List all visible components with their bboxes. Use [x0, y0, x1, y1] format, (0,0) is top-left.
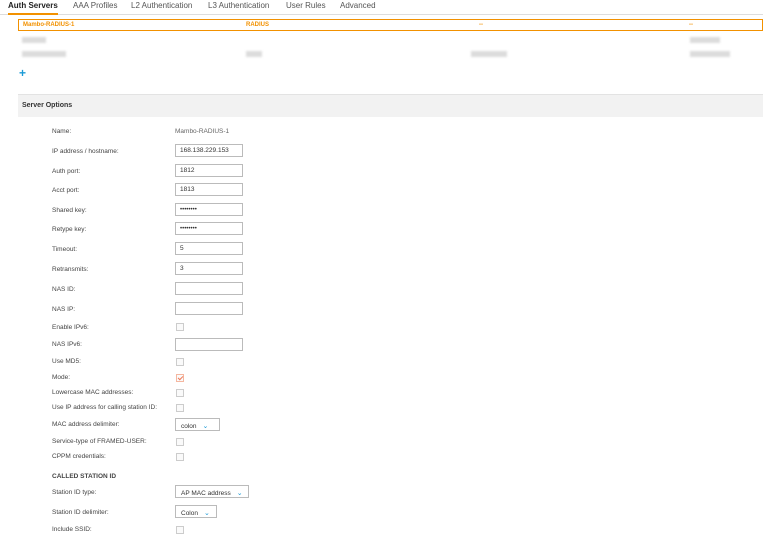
tab-user-rules[interactable]: User Rules [286, 1, 326, 10]
station-id-type-label: Station ID type: [52, 489, 97, 496]
mode-checkbox[interactable] [176, 374, 184, 382]
tab-aaa-profiles[interactable]: AAA Profiles [73, 1, 117, 10]
blurred-text [690, 51, 730, 57]
ip-field[interactable]: 168.138.229.153 [175, 144, 243, 157]
use-ip-checkbox[interactable] [176, 404, 184, 412]
retype-key-field[interactable]: •••••••• [175, 222, 243, 235]
acct-port-field[interactable]: 1813 [175, 183, 243, 196]
auth-port-label: Auth port: [52, 168, 81, 175]
enable-ipv6-label: Enable IPv6: [52, 324, 89, 331]
blurred-text [690, 37, 720, 43]
use-md5-label: Use MD5: [52, 358, 81, 365]
tab-l2-authentication[interactable]: L2 Authentication [131, 1, 192, 10]
station-id-delimiter-select[interactable]: Colon ⌄ [175, 505, 217, 518]
lowercase-mac-label: Lowercase MAC addresses: [52, 389, 134, 396]
blurred-text [22, 51, 66, 57]
mode-label: Mode: [52, 374, 71, 381]
acct-port-label: Acct port: [52, 187, 80, 194]
mac-delimiter-label: MAC address delimiter: [52, 421, 120, 428]
nas-ipv6-field[interactable] [175, 338, 243, 351]
shared-key-label: Shared key: [52, 207, 87, 214]
nas-ip-field[interactable] [175, 302, 243, 315]
blurred-text [246, 51, 262, 57]
service-type-checkbox[interactable] [176, 438, 184, 446]
station-id-delimiter-value: Colon [181, 510, 198, 517]
cppm-label: CPPM credentials: [52, 453, 106, 460]
lowercase-mac-checkbox[interactable] [176, 389, 184, 397]
blurred-text [22, 37, 46, 43]
called-station-header: CALLED STATION ID [52, 473, 117, 480]
enable-ipv6-checkbox[interactable] [176, 323, 184, 331]
name-value: Mambo-RADIUS-1 [175, 128, 230, 135]
service-type-label: Service-type of FRAMED-USER: [52, 438, 147, 445]
tab-bar: Auth Servers AAA Profiles L2 Authenticat… [0, 0, 763, 15]
ip-label: IP address / hostname: [52, 148, 119, 155]
server-row-selected[interactable]: Mambo-RADIUS-1 RADIUS -- -- [18, 19, 763, 31]
server-name: Mambo-RADIUS-1 [23, 22, 75, 28]
name-label: Name: [52, 128, 72, 135]
nas-id-label: NAS ID: [52, 286, 76, 293]
include-ssid-label: Include SSID: [52, 526, 92, 533]
use-md5-checkbox[interactable] [176, 358, 184, 366]
nas-ip-label: NAS IP: [52, 306, 76, 313]
shared-key-field[interactable]: •••••••• [175, 203, 243, 216]
timeout-label: Timeout: [52, 246, 78, 253]
use-ip-label: Use IP address for calling station ID: [52, 404, 158, 411]
add-server-button[interactable]: + [19, 66, 26, 80]
blurred-text [471, 51, 507, 57]
timeout-field[interactable]: 5 [175, 242, 243, 255]
chevron-down-icon: ⌄ [202, 423, 209, 430]
chevron-down-icon: ⌄ [236, 490, 243, 497]
server-options-header: Server Options [18, 94, 763, 117]
station-id-type-value: AP MAC address [181, 490, 231, 497]
retype-key-label: Retype key: [52, 226, 87, 233]
mac-delimiter-select[interactable]: colon ⌄ [175, 418, 220, 431]
server-col4: -- [689, 22, 693, 28]
section-title: Server Options [22, 102, 73, 109]
tab-auth-servers[interactable]: Auth Servers [8, 1, 58, 15]
server-col3: -- [479, 22, 483, 28]
server-type: RADIUS [246, 22, 270, 28]
station-id-type-select[interactable]: AP MAC address ⌄ [175, 485, 249, 498]
tab-l3-authentication[interactable]: L3 Authentication [208, 1, 269, 10]
retransmits-label: Retransmits: [52, 266, 89, 273]
mac-delimiter-value: colon [181, 423, 197, 430]
nas-ipv6-label: NAS IPv6: [52, 341, 82, 348]
server-row-blurred[interactable] [18, 33, 763, 61]
chevron-down-icon: ⌄ [203, 510, 210, 517]
retransmits-field[interactable]: 3 [175, 262, 243, 275]
cppm-checkbox[interactable] [176, 453, 184, 461]
tab-advanced[interactable]: Advanced [340, 1, 376, 10]
include-ssid-checkbox[interactable] [176, 526, 184, 534]
nas-id-field[interactable] [175, 282, 243, 295]
station-id-delimiter-label: Station ID delimiter: [52, 509, 109, 516]
auth-port-field[interactable]: 1812 [175, 164, 243, 177]
